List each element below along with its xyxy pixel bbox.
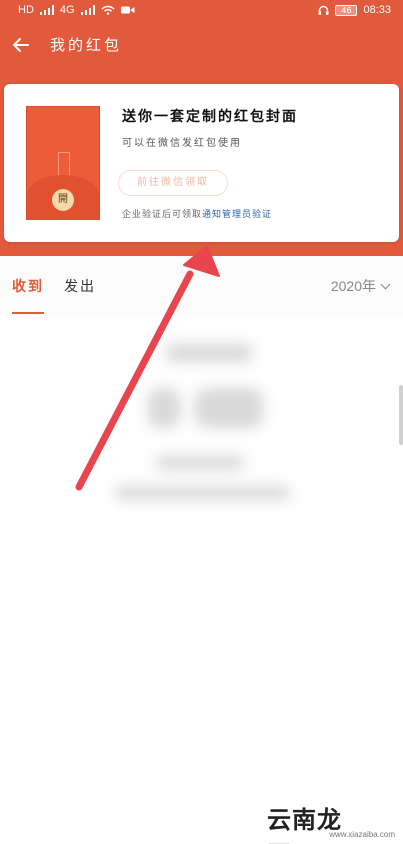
verify-text: 企业验证后可领取 — [122, 210, 203, 220]
blurred-avatar-text — [165, 344, 253, 362]
arrow-left-icon — [13, 38, 29, 52]
status-left: HD 4G — [18, 0, 135, 20]
titlebar: 我的红包 — [0, 22, 403, 68]
signal-icon — [39, 5, 54, 15]
scrollbar[interactable] — [399, 385, 403, 445]
signal-icon-2 — [80, 5, 95, 15]
promo-subtitle: 可以在微信发红包使用 — [122, 138, 242, 149]
cover-open-seal: 開 — [52, 189, 74, 211]
page-title: 我的红包 — [50, 36, 123, 54]
year-label: 2020年 — [330, 278, 376, 294]
blurred-amount-2 — [195, 388, 263, 428]
tab-bar: 收到 发出 2020年 — [0, 256, 403, 316]
promo-card: 開 送你一套定制的红包封面 可以在微信发红包使用 前往微信领取 企业验证后可领取… — [4, 84, 399, 242]
year-selector[interactable]: 2020年 — [330, 276, 391, 296]
blurred-caption — [155, 456, 245, 470]
watermark-url: www.xiazaiba.com — [329, 830, 395, 839]
promo-title: 送你一套定制的红包封面 — [122, 109, 298, 125]
blurred-footer-text — [115, 486, 290, 500]
watermark: 云南龙网 www.xiazaiba.com — [267, 766, 395, 844]
carrier-label: HD — [18, 4, 34, 16]
tab-received[interactable]: 收到 — [12, 276, 44, 296]
video-icon — [120, 6, 135, 14]
battery-icon: 46 — [335, 4, 358, 16]
tab-sent[interactable]: 发出 — [64, 276, 96, 296]
back-button[interactable] — [8, 30, 34, 60]
notify-admin-link[interactable]: 通知管理员验证 — [202, 210, 272, 220]
clock: 08:33 — [363, 4, 391, 16]
red-packet-cover-image[interactable]: 開 — [26, 106, 100, 220]
status-right: 46 08:33 — [318, 0, 391, 20]
chevron-down-icon — [380, 279, 391, 290]
go-to-wechat-button[interactable]: 前往微信领取 — [118, 170, 228, 196]
blurred-amount — [148, 388, 180, 428]
headphones-icon — [318, 5, 329, 15]
active-tab-indicator — [12, 312, 44, 314]
verify-line: 企业验证后可领取通知管理员验证 — [122, 207, 272, 220]
network-label: 4G — [59, 4, 75, 16]
status-bar: HD 4G 46 08:33 — [0, 0, 403, 20]
wifi-icon — [101, 5, 115, 15]
records-content — [0, 316, 403, 844]
